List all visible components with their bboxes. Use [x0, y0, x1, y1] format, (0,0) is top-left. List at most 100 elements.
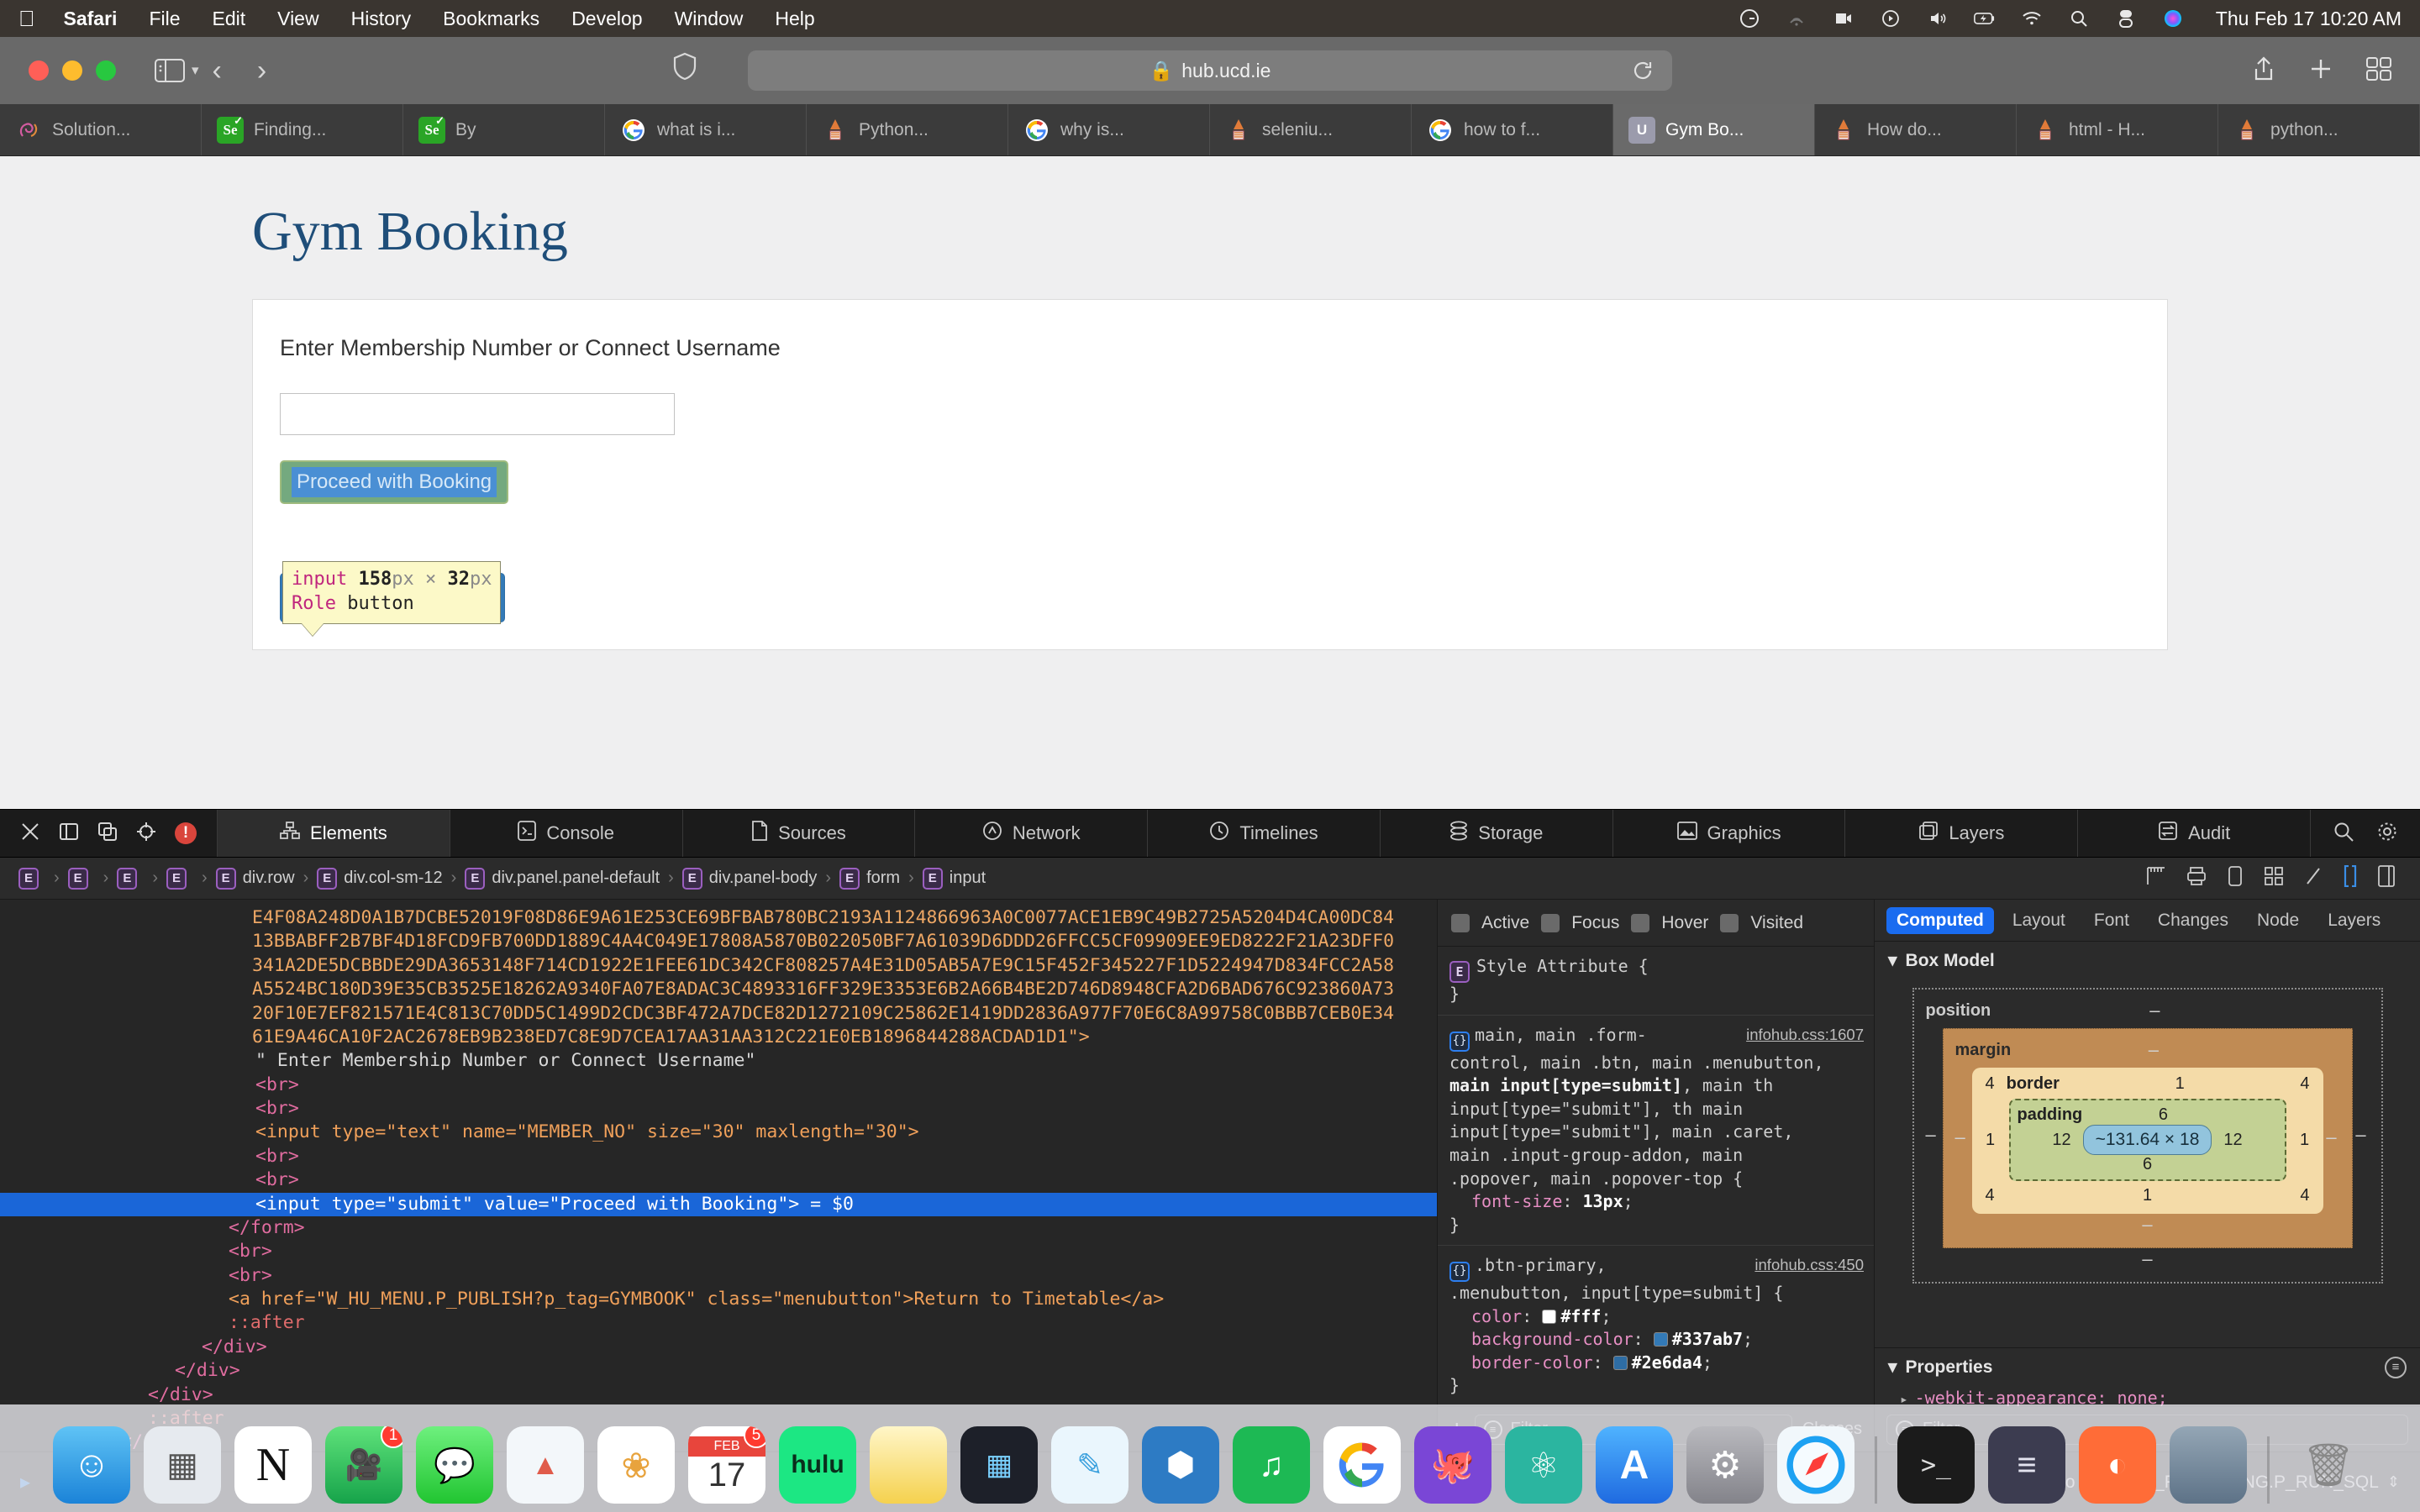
pseudo-focus-checkbox[interactable] — [1541, 913, 1560, 932]
menu-item-help[interactable]: Help — [775, 8, 814, 30]
apple-logo-icon[interactable]:  — [18, 8, 35, 29]
tab-11[interactable]: python... — [2218, 104, 2420, 155]
menu-item-edit[interactable]: Edit — [213, 8, 246, 30]
box-model-section-header[interactable]: ▾ Box Model — [1875, 942, 2420, 979]
tab-10[interactable]: html - H... — [2017, 104, 2218, 155]
search-icon[interactable] — [2333, 821, 2354, 847]
box-model-content-size[interactable]: ~131.64 × 18 — [2082, 1125, 2212, 1155]
tab-7[interactable]: how to f... — [1412, 104, 1613, 155]
settings-gear-icon[interactable] — [2376, 821, 2398, 847]
selection-brackets-icon[interactable] — [2343, 864, 2358, 892]
wifi-icon[interactable] — [2021, 8, 2043, 29]
dock-right-icon[interactable] — [97, 822, 118, 846]
edit-pencil-icon[interactable] — [2304, 866, 2323, 891]
color-swatch-337ab7[interactable] — [1653, 1332, 1668, 1347]
dock-item-spotify[interactable]: ♫ — [1233, 1426, 1310, 1504]
devtools-tab-elements[interactable]: Elements — [218, 810, 450, 857]
member-number-input[interactable] — [280, 393, 675, 435]
devtools-tab-audit[interactable]: Audit — [2078, 810, 2312, 857]
box-model-border-tr[interactable]: 4 — [2300, 1074, 2309, 1094]
declaration-color[interactable]: color: #fff; — [1449, 1305, 1862, 1329]
box-model-margin-right[interactable]: – — [2323, 1126, 2340, 1148]
dock-item-launchpad[interactable]: ▦ — [144, 1426, 221, 1504]
dock-item-postman[interactable]: ◐ — [2079, 1426, 2156, 1504]
inspect-element-icon[interactable] — [136, 822, 156, 846]
pseudo-active-checkbox[interactable] — [1451, 913, 1470, 932]
menu-item-bookmarks[interactable]: Bookmarks — [443, 8, 539, 30]
color-swatch-2e6da4[interactable] — [1612, 1355, 1628, 1370]
tab-0[interactable]: Solution... — [0, 104, 202, 155]
style-rule-source-450[interactable]: infohub.css:450 — [1754, 1254, 1864, 1276]
close-window-button[interactable] — [29, 60, 49, 81]
box-model-border-br[interactable]: 4 — [2300, 1186, 2309, 1205]
minimize-window-button[interactable] — [62, 60, 82, 81]
breadcrumb-div-col-sm-12[interactable]: Ediv.col-sm-12 — [310, 867, 449, 890]
box-model-border-bottom[interactable]: 1 — [1995, 1186, 2301, 1205]
devtools-tab-network[interactable]: Network — [915, 810, 1149, 857]
box-model-border-left[interactable]: 1 — [1981, 1131, 2001, 1150]
breadcrumb-div-panel[interactable]: Ediv.panel.panel-default — [458, 867, 666, 890]
style-rule-font-size[interactable]: infohub.css:1607 {} main, main .form-cont… — [1438, 1016, 1874, 1247]
menu-item-develop[interactable]: Develop — [571, 8, 642, 30]
dock-item-maps[interactable]: ▲ — [507, 1426, 584, 1504]
spotlight-search-icon[interactable] — [2068, 8, 2090, 29]
menu-clock[interactable]: Thu Feb 17 10:20 AM — [2216, 8, 2402, 30]
proceed-with-booking-button[interactable]: Proceed with Booking — [292, 467, 497, 497]
menu-item-history[interactable]: History — [351, 8, 412, 30]
close-devtools-icon[interactable] — [20, 822, 40, 846]
computed-tab-layout[interactable]: Layout — [2002, 907, 2075, 934]
devtools-tab-timelines[interactable]: Timelines — [1148, 810, 1381, 857]
tab-gym-booking[interactable]: U Gym Bo... — [1613, 104, 1815, 155]
dock-item-trash[interactable]: 🗑 — [2290, 1426, 2367, 1504]
error-count-badge[interactable]: ! — [175, 822, 197, 844]
dom-member-input-line[interactable]: ▸<input type="text" name="MEMBER_NO" siz… — [0, 1121, 1437, 1144]
device-mode-icon[interactable] — [2227, 865, 2244, 891]
breadcrumb-div-panel-body[interactable]: Ediv.panel-body — [676, 867, 824, 890]
breadcrumb-1[interactable]: E — [61, 867, 102, 890]
declaration-background-color[interactable]: background-color: #337ab7; — [1449, 1328, 1862, 1352]
now-playing-icon[interactable] — [1880, 8, 1902, 29]
dock-item-atom[interactable]: ⚛ — [1505, 1426, 1582, 1504]
box-model-padding-left[interactable]: 12 — [2052, 1131, 2070, 1150]
new-tab-button[interactable] — [2309, 57, 2333, 85]
grammarly-icon[interactable] — [1739, 8, 1760, 29]
box-model-margin-bottom[interactable]: – — [1955, 1214, 2340, 1236]
dock-item-facetime[interactable]: 🎥 1 — [325, 1426, 402, 1504]
dock-item-calendar[interactable]: FEB 17 5 — [688, 1426, 765, 1504]
sidebar-toggle-icon[interactable] — [153, 57, 187, 84]
devtools-tab-storage[interactable]: Storage — [1381, 810, 1613, 857]
breadcrumb-3[interactable]: E — [160, 867, 200, 890]
style-rule-source-1607[interactable]: infohub.css:1607 — [1746, 1024, 1864, 1046]
devtools-tab-graphics[interactable]: Graphics — [1613, 810, 1846, 857]
box-model-position-right[interactable]: – — [2353, 1124, 2370, 1146]
box-model-border-tl[interactable]: 4 — [1986, 1074, 1995, 1094]
box-model-margin-left[interactable]: – — [1955, 1126, 1972, 1148]
styles-rule-list[interactable]: E Style Attribute { } infohub.css:1607 {}… — [1438, 947, 1874, 1406]
maximize-window-button[interactable] — [96, 60, 116, 81]
dock-bottom-icon[interactable] — [59, 822, 79, 846]
box-model-padding-top[interactable]: 6 — [2082, 1105, 2244, 1125]
menu-item-safari[interactable]: Safari — [64, 8, 118, 30]
dock-item-terminal[interactable]: >_ — [1897, 1426, 1975, 1504]
dock-item-parallels[interactable]: ≡ — [1988, 1426, 2065, 1504]
box-model-padding-bottom[interactable]: 6 — [2018, 1155, 2278, 1174]
style-declaration-font-size[interactable]: font-size: 13px; — [1449, 1190, 1862, 1214]
url-bar[interactable]: 🔒 hub.ucd.ie — [748, 50, 1672, 91]
dock-item-hulu[interactable]: hulu — [779, 1426, 856, 1504]
tab-4[interactable]: Python... — [807, 104, 1008, 155]
dock-item-screenshot-thumbnail[interactable] — [2170, 1426, 2247, 1504]
dock-item-app-store[interactable]: A — [1596, 1426, 1673, 1504]
dock-item-vscode[interactable]: ⬢ — [1142, 1426, 1219, 1504]
screen-recording-icon[interactable] — [1833, 8, 1854, 29]
battery-charging-icon[interactable] — [1973, 8, 1996, 29]
color-swatch-fff[interactable] — [1542, 1309, 1557, 1324]
breadcrumb-div-row[interactable]: Ediv.row — [209, 867, 302, 890]
dom-tree-pane[interactable]: E4F08A248D0A1B7DCBE52019F08D86E9A61E253C… — [0, 900, 1437, 1452]
menu-item-window[interactable]: Window — [675, 8, 744, 30]
devtools-tab-console[interactable]: Console — [450, 810, 683, 857]
share-icon[interactable] — [2252, 55, 2275, 87]
style-rule-style-attribute[interactable]: E Style Attribute { } — [1438, 947, 1874, 1016]
style-rule-btn-primary[interactable]: infohub.css:450 {} .btn-primary, .menubutt… — [1438, 1246, 1874, 1406]
box-model-border-top[interactable]: 1 — [2060, 1074, 2300, 1094]
tab-overview-icon[interactable] — [2366, 56, 2391, 85]
